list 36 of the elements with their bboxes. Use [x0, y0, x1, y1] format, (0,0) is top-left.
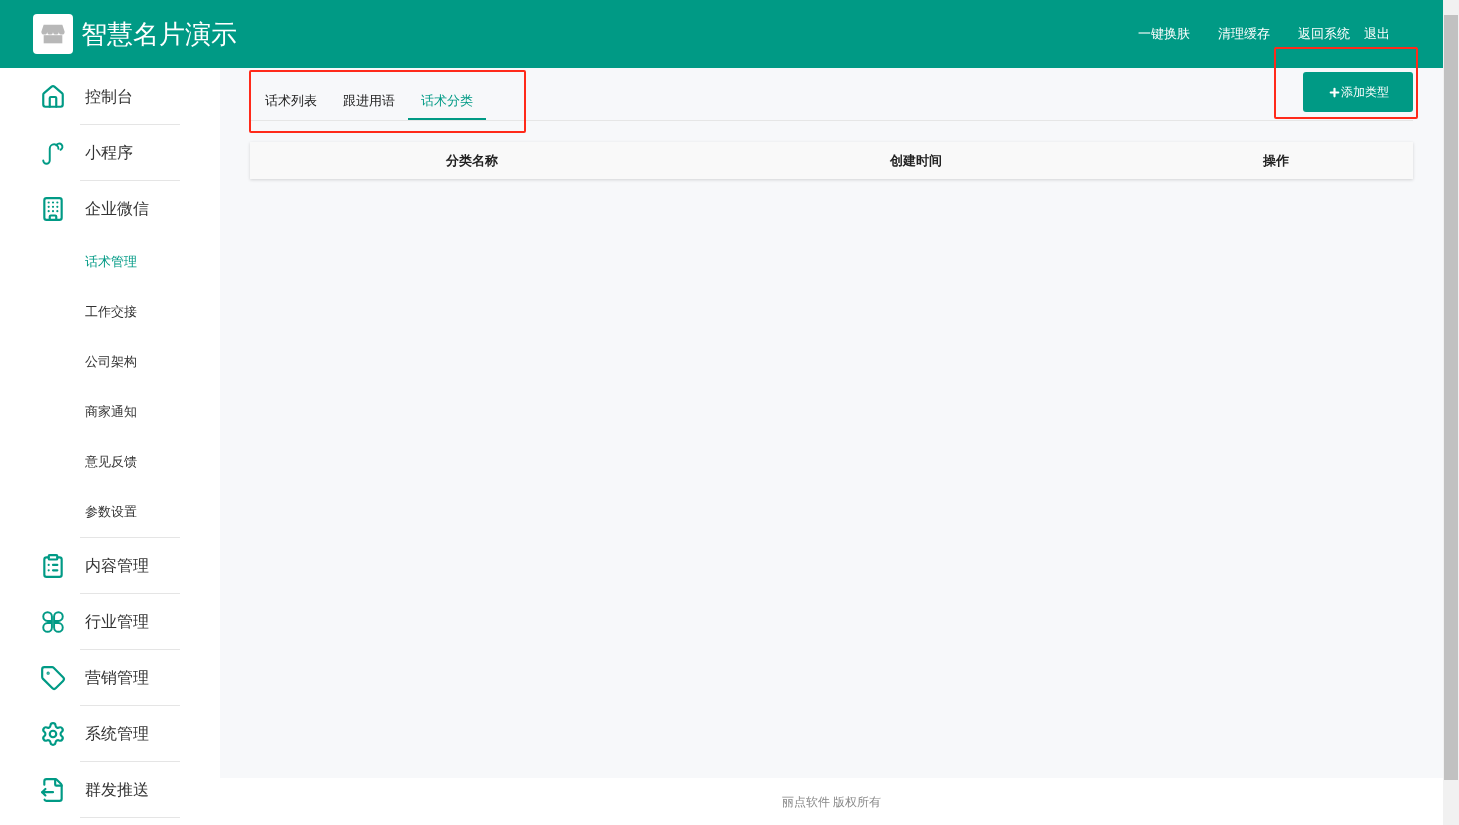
sidebar-subitem[interactable]: 话术管理 [0, 237, 220, 287]
column-header: 操作 [1261, 151, 1290, 170]
clipboard-icon [40, 553, 66, 579]
sidebar-subitem[interactable]: 意见反馈 [0, 437, 220, 487]
store-logo-icon [33, 14, 73, 54]
curve-icon [40, 140, 66, 166]
sidebar-subitem[interactable]: 公司架构 [0, 337, 220, 387]
sidebar-item[interactable]: 行业管理 [0, 594, 220, 650]
sidebar-item[interactable]: 群发推送 [0, 762, 220, 818]
clover-icon [40, 609, 66, 635]
sidebar-item[interactable]: 内容管理 [0, 538, 220, 594]
building-icon [40, 196, 66, 222]
tab[interactable]: 话术列表 [252, 84, 330, 120]
header-link[interactable]: 一键换肤 [1138, 24, 1190, 44]
add-type-button[interactable]: 添加类型 [1303, 72, 1413, 112]
sidebar-item[interactable]: 系统管理 [0, 706, 220, 762]
sidebar-item[interactable]: 营销管理 [0, 650, 220, 706]
sidebar-item[interactable]: 企业微信 [0, 181, 220, 237]
column-header: 创建时间 [889, 151, 943, 170]
sidebar-item[interactable]: 控制台 [0, 69, 220, 125]
sidebar-subitem[interactable]: 工作交接 [0, 287, 220, 337]
header-link[interactable]: 退出 [1364, 24, 1390, 44]
footer-text: 丽点软件 版权所有 [781, 793, 882, 811]
sidebar-item[interactable]: 小程序 [0, 125, 220, 181]
header-link[interactable]: 返回系统 [1298, 24, 1350, 44]
plus-icon [1327, 85, 1341, 99]
settings-icon [40, 721, 66, 747]
column-header: 分类名称 [445, 151, 499, 170]
home-icon [40, 84, 66, 110]
tab[interactable]: 跟进用语 [330, 84, 408, 120]
tag-icon [40, 665, 66, 691]
app-title: 智慧名片演示 [81, 17, 237, 51]
sidebar-subitem[interactable]: 参数设置 [0, 487, 220, 537]
sidebar-subitem[interactable]: 商家通知 [0, 387, 220, 437]
header-link[interactable]: 清理缓存 [1218, 24, 1270, 44]
document-export-icon [40, 777, 66, 803]
